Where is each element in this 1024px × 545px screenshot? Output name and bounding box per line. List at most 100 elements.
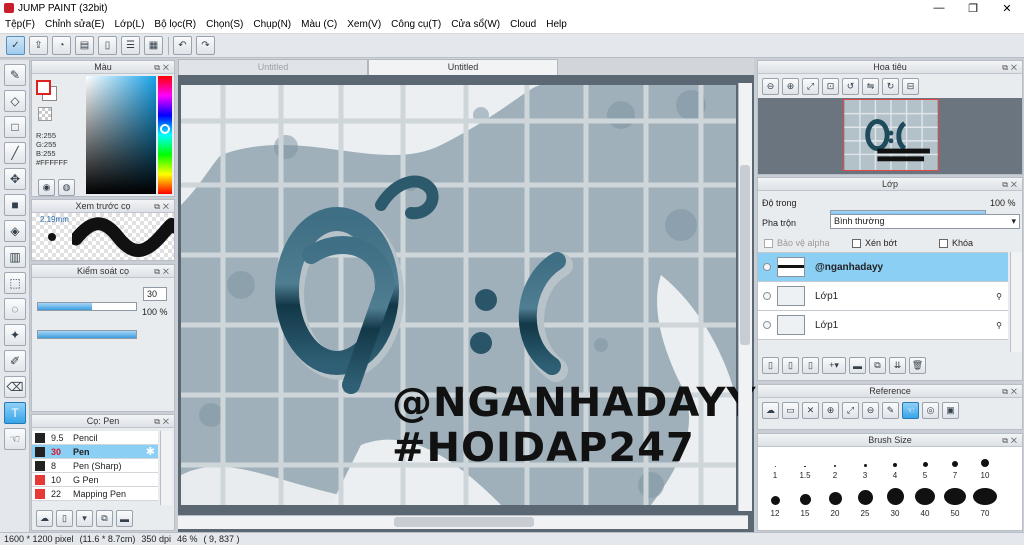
brush-settings-gear-icon[interactable]: ✱ — [146, 445, 155, 458]
open-reference-icon[interactable]: ▭ — [782, 402, 799, 419]
document-icon[interactable]: ▯ — [98, 36, 117, 55]
blend-mode-select[interactable]: Bình thường ▾ — [830, 214, 1020, 229]
maximize-button[interactable]: ❐ — [956, 0, 990, 16]
lock-checkbox[interactable]: Khóa — [939, 238, 973, 249]
menu-window[interactable]: Cửa sổ(W) — [446, 19, 505, 30]
close-button[interactable]: ✕ — [990, 0, 1024, 16]
brush-size-option[interactable]: 1.5 — [790, 450, 820, 480]
panel-controls-icon[interactable]: ⧉✕ — [1002, 179, 1020, 191]
menu-file[interactable]: Tệp(F) — [0, 19, 40, 30]
gradient-tool-icon[interactable]: ▥ — [4, 246, 26, 268]
reference-rotate-icon[interactable]: ◎ — [922, 402, 939, 419]
hue-slider[interactable] — [158, 76, 172, 194]
new-layer-copy-icon[interactable]: ▯ — [782, 357, 799, 374]
panel-controls-icon[interactable]: ⧉✕ — [154, 62, 172, 74]
primary-color-swatch[interactable] — [36, 80, 51, 95]
grid-settings-icon[interactable]: ▦ — [144, 36, 163, 55]
brush-size-option[interactable]: 25 — [850, 488, 880, 518]
menu-tools[interactable]: Công cụ(T) — [386, 19, 446, 30]
color-settings-icon[interactable]: ◍ — [58, 179, 75, 196]
reference-zoom-out-icon[interactable]: ⊖ — [862, 402, 879, 419]
select-pen-icon[interactable]: ✐ — [4, 350, 26, 372]
brush-folder-icon[interactable]: ▬ — [116, 510, 133, 527]
menu-color[interactable]: Màu (C) — [296, 19, 342, 30]
brush-size-option[interactable]: 4 — [880, 450, 910, 480]
reference-zoom-in-icon[interactable]: ⊕ — [822, 402, 839, 419]
cloud-brush-icon[interactable]: ☁ — [36, 510, 53, 527]
select-tool-icon[interactable]: ⬚ — [4, 272, 26, 294]
layer-row[interactable]: Lớp1 ⚲ — [758, 282, 1008, 311]
brush-list-scrollbar[interactable] — [160, 431, 172, 505]
tab-untitled-1[interactable]: Untitled — [178, 59, 368, 75]
brush-size-option[interactable]: 70 — [970, 488, 1000, 518]
text-tool-icon[interactable]: T — [4, 402, 26, 424]
brush-tool-icon[interactable]: ✎ — [4, 64, 26, 86]
new-folder-icon[interactable]: ▬ — [849, 357, 866, 374]
new-layer-icon[interactable]: ▯ — [762, 357, 779, 374]
check-icon[interactable]: ✓ — [6, 36, 25, 55]
select-eraser-icon[interactable]: ⌫ — [4, 376, 26, 398]
canvas-vscroll-thumb[interactable] — [740, 165, 750, 345]
hand-tool-icon[interactable]: ☜ — [4, 428, 26, 450]
fill-rect-icon[interactable]: ■ — [4, 194, 26, 216]
brush-size-option[interactable]: 1 — [760, 450, 790, 480]
message-icon[interactable]: ▤ — [75, 36, 94, 55]
hue-slider-handle[interactable] — [160, 124, 170, 134]
eraser-tool-icon[interactable]: ◇ — [4, 90, 26, 112]
menu-view[interactable]: Xem(V) — [342, 19, 386, 30]
layer-row[interactable]: Lớp1 ⚲ — [758, 311, 1008, 340]
actual-size-icon[interactable]: ⊡ — [822, 78, 839, 95]
delete-layer-icon[interactable]: 🗑 — [909, 357, 926, 374]
layer-row-selected[interactable]: @nganhadayy ✱ — [758, 253, 1020, 282]
new-tone-layer-icon[interactable]: ▯ — [802, 357, 819, 374]
cloud-reference-icon[interactable]: ☁ — [762, 402, 779, 419]
comment-icon[interactable]: ◔ — [52, 36, 71, 55]
duplicate-layer-icon[interactable]: ⧉ — [869, 357, 886, 374]
minimize-button[interactable]: — — [922, 0, 956, 16]
brush-size-option[interactable]: 30 — [880, 488, 910, 518]
close-reference-icon[interactable]: ✕ — [802, 402, 819, 419]
rectangle-select-icon[interactable]: □ — [4, 116, 26, 138]
color-palette-icon[interactable]: ◉ — [38, 179, 55, 196]
share-icon[interactable]: ⇪ — [29, 36, 48, 55]
rotate-right-icon[interactable]: ↻ — [882, 78, 899, 95]
brush-size-option[interactable]: 20 — [820, 488, 850, 518]
layer-visibility-icon[interactable] — [763, 292, 771, 300]
brush-size-slider[interactable] — [37, 302, 137, 311]
brush-menu-icon[interactable]: ▾ — [76, 510, 93, 527]
brush-size-option[interactable]: 3 — [850, 450, 880, 480]
menu-capture[interactable]: Chụp(N) — [248, 19, 296, 30]
brush-size-option[interactable]: 2 — [820, 450, 850, 480]
merge-layer-icon[interactable]: ⇊ — [889, 357, 906, 374]
brush-opacity-slider[interactable] — [37, 330, 137, 339]
menu-filter[interactable]: Bộ lọc(R) — [149, 19, 201, 30]
bucket-tool-icon[interactable]: ◈ — [4, 220, 26, 242]
menu-layer[interactable]: Lớp(L) — [110, 19, 150, 30]
flip-icon[interactable]: ⇋ — [862, 78, 879, 95]
brush-size-option[interactable]: 40 — [910, 488, 940, 518]
zoom-in-icon[interactable]: ⊕ — [782, 78, 799, 95]
lasso-tool-icon[interactable]: ◌ — [4, 298, 26, 320]
saturation-value-picker[interactable] — [86, 76, 156, 194]
menu-select[interactable]: Chọn(S) — [201, 19, 248, 30]
brush-size-option[interactable]: 12 — [760, 488, 790, 518]
brush-size-option[interactable]: 15 — [790, 488, 820, 518]
menu-cloud[interactable]: Cloud — [505, 19, 541, 30]
brush-size-option[interactable]: 5 — [910, 450, 940, 480]
canvas-area[interactable]: @NGANHADAYY #HOIDAP247 — [178, 75, 755, 532]
magic-wand-icon[interactable]: ✦ — [4, 324, 26, 346]
undo-icon[interactable]: ↶ — [173, 36, 192, 55]
rotate-left-icon[interactable]: ↺ — [842, 78, 859, 95]
reference-fit-icon[interactable]: ⤢ — [842, 402, 859, 419]
reference-settings-icon[interactable]: ▣ — [942, 402, 959, 419]
reference-hand-icon[interactable]: ☜ — [902, 402, 919, 419]
brush-size-option[interactable]: 50 — [940, 488, 970, 518]
clipping-checkbox[interactable]: Xén bớt — [852, 238, 897, 249]
canvas-hscroll-thumb[interactable] — [394, 517, 534, 527]
layers-scrollbar[interactable] — [1010, 252, 1022, 352]
tab-untitled-2[interactable]: Untitled — [368, 59, 558, 75]
brush-size-option[interactable]: 10 — [970, 450, 1000, 480]
menu-help[interactable]: Help — [541, 19, 572, 30]
layer-visibility-icon[interactable] — [763, 263, 771, 271]
zoom-out-icon[interactable]: ⊖ — [762, 78, 779, 95]
